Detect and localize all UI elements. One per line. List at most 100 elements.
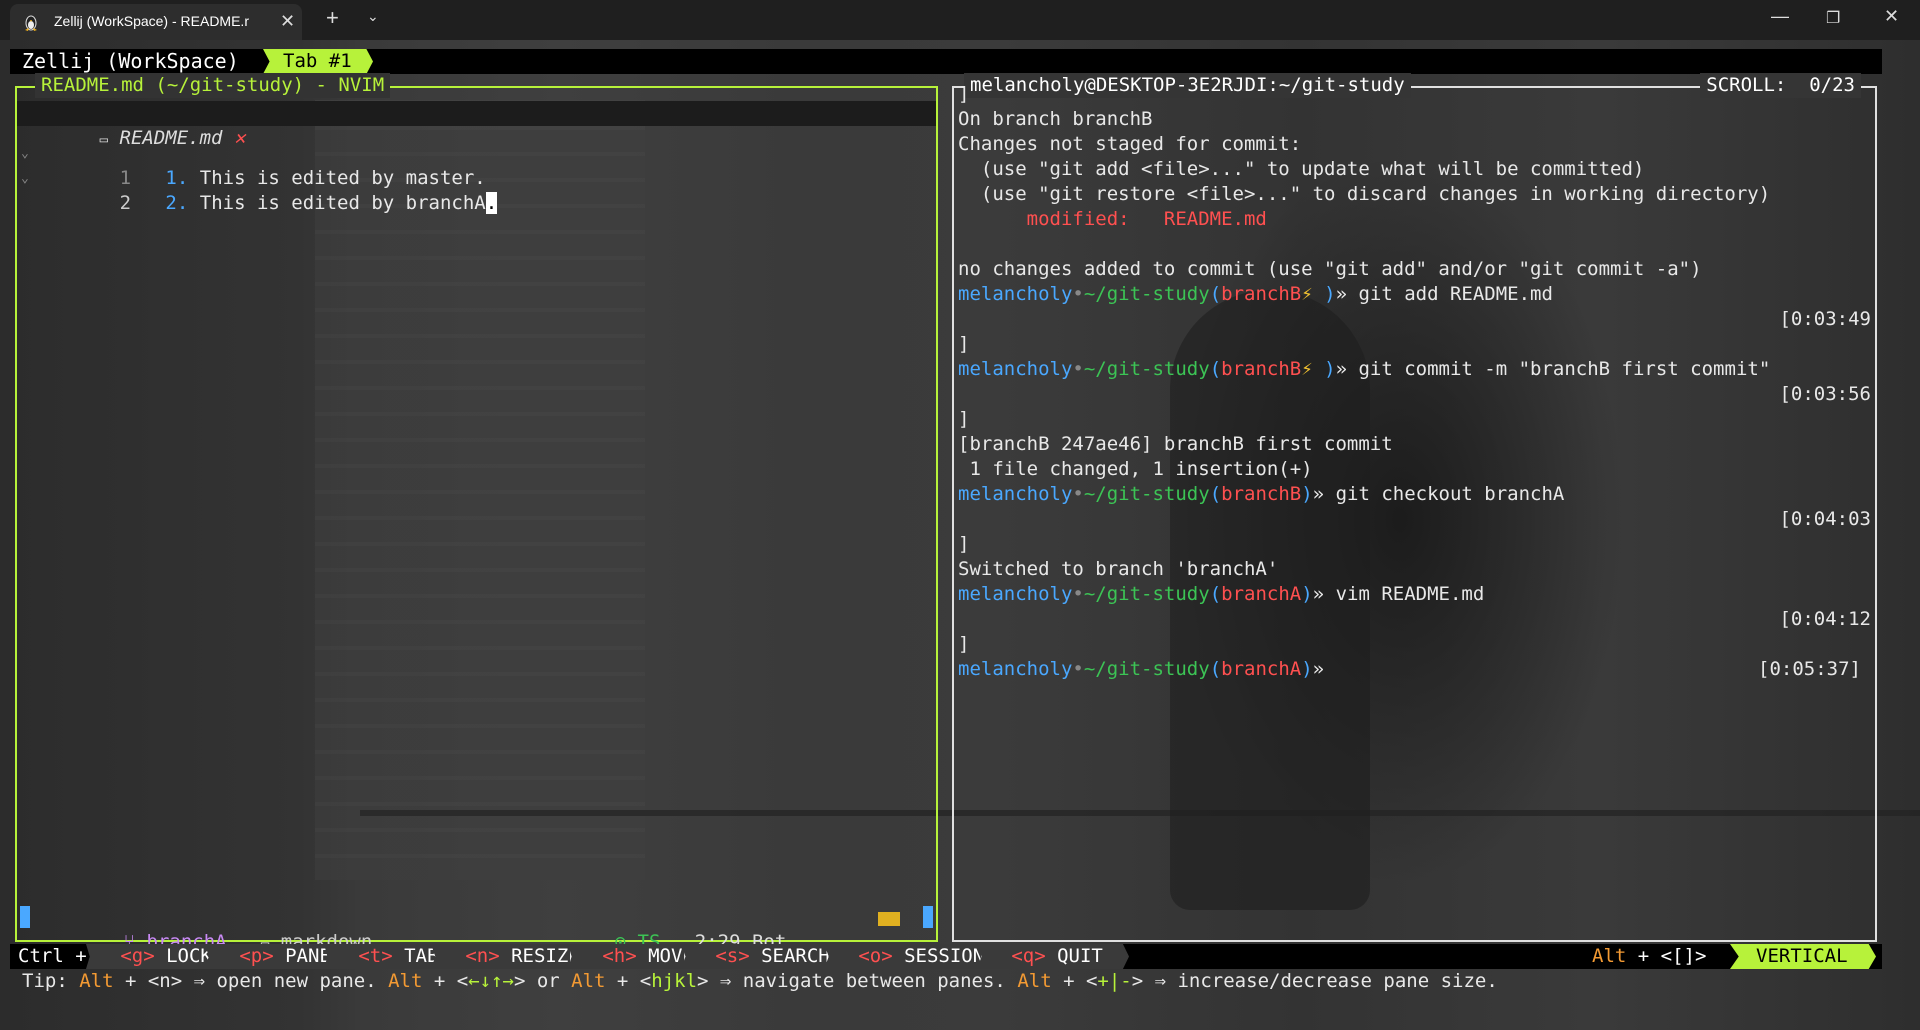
prompt-line: melancholy•~/git-study(branchA)» vim REA… [958,583,1485,605]
chevron-down-icon[interactable]: ⌄ [367,8,379,25]
tab-title: Zellij (WorkSpace) - README.r [54,13,249,29]
ctrl-label: Ctrl + [18,945,87,967]
output-line: (use "git add <file>..." to update what … [958,158,1645,180]
list-marker: 2. [165,192,189,214]
scroll-value: 0/23 [1809,74,1855,96]
tip-line: Tip: Alt + <n> ⇒ open new pane. Alt + <←… [22,970,1498,992]
prompt-time: [0:04:12 [1779,608,1871,630]
prompt-branch: branchB [1221,283,1302,305]
fold-marker: ⌄ [21,171,29,186]
prompt-branch: branchA [1221,583,1302,605]
fold-marker: ⌄ [21,146,29,161]
output-line: On branch branchB [958,108,1153,130]
prompt-user: melancholy [958,358,1073,380]
prompt-time: [0:04:03 [1779,508,1871,530]
status-left-mode [20,906,30,928]
prompt-line: melancholy•~/git-study(branchB⚡ )» git c… [958,358,1771,380]
prompt-dot: • [1072,483,1084,505]
prompt-time: [0:05:37] [1758,658,1861,680]
window-titlebar: Zellij (WorkSpace) - README.r ✕ + ⌄ — ❐ … [0,0,1920,40]
output-line: 1 file changed, 1 insertion(+) [958,458,1313,480]
prompt-path: ~/git-study [1083,483,1210,505]
scroll-label: SCROLL: [1706,74,1787,96]
output-line: ] [958,333,970,355]
editor-line-2[interactable]: 2 2. This is edited by branchA. [51,166,498,214]
output-line: Changes not staged for commit: [958,133,1302,155]
prompt-user: melancholy [958,583,1073,605]
keybind-session[interactable]: <o> SESSION [824,944,984,969]
keybind-lock[interactable]: <g> LOCK [86,944,212,969]
status-right-mode [923,906,933,928]
prompt-user: melancholy [958,283,1073,305]
text-cursor: . [485,192,498,214]
editor-line-1[interactable]: 1 1. This is edited by master. [51,141,486,189]
keybind-search[interactable]: <s> SEARCH [681,944,831,969]
prompt-branch: branchB [1221,358,1302,380]
prompt-path: ~/git-study [1083,358,1210,380]
terminal-area[interactable]: Zellij (WorkSpace) Tab #1 README.md (~/g… [0,40,1920,1030]
prompt-branch: branchA [1221,658,1302,680]
zellij-tab-bar: Zellij (WorkSpace) Tab #1 [10,49,1882,74]
prompt-path: ~/git-study [1083,658,1210,680]
prompt-time: [0:03:49 [1779,308,1871,330]
keybind-tab[interactable]: <t> TAB [324,944,438,969]
prompt-user: melancholy [958,658,1073,680]
line-text: This is edited by branchA [199,192,486,214]
prompt-user: melancholy [958,483,1073,505]
output-line: ] [958,633,970,655]
terminal-tab[interactable]: Zellij (WorkSpace) - README.r ✕ [10,4,302,40]
prompt-dot: • [1072,358,1084,380]
prompt-command: git add README.md [1358,283,1553,305]
scroll-indicator [878,912,900,926]
dirty-icon: ⚡ [1301,358,1325,380]
maximize-icon[interactable]: ❐ [1826,8,1840,28]
alt-keybind: Alt + <[]> [1592,945,1707,967]
scroll-status: SCROLL: 0/23 [1700,73,1861,98]
dirty-icon: ⚡ [1301,283,1325,305]
modified-file: README.md [1163,208,1267,230]
modified-label: modified: [1026,208,1130,230]
modified-line: modified: README.md [958,207,1267,232]
new-tab-icon[interactable]: + [326,5,339,31]
output-line: ] [958,83,970,105]
prompt-path: ~/git-study [1083,583,1210,605]
layout-mode-badge[interactable]: VERTICAL [1730,944,1876,969]
tab-1[interactable]: Tab #1 [263,49,373,74]
keybind-quit[interactable]: <q> QUIT [977,944,1129,969]
prompt-branch: branchB [1221,483,1302,505]
shell-pane[interactable]: melancholy@DESKTOP-3E2RJDI:~/git-study S… [952,73,1877,942]
output-line: [branchB 247ae46] branchB first commit [958,433,1393,455]
prompt-dot: • [1072,283,1084,305]
close-window-icon[interactable]: ✕ [1884,6,1899,27]
current-prompt[interactable]: melancholy•~/git-study(branchA)» [958,657,1324,682]
prompt-command: git checkout branchA [1335,483,1565,505]
output-line: (use "git restore <file>..." to discard … [958,183,1771,205]
prompt-line: melancholy•~/git-study(branchB)» git che… [958,483,1565,505]
pane-title: README.md (~/git-study) - NVIM [35,73,391,98]
keybind-move[interactable]: <h> MOVE [568,944,688,969]
prompt-time: [0:03:56 [1779,383,1871,405]
buffer-tab[interactable]: ▭ README.md ✕ [31,101,246,149]
status-line: ⑂ branchA ▭ markdown [55,905,373,953]
linux-penguin-icon [25,15,37,31]
prompt-path: ~/git-study [1083,283,1210,305]
session-name: Zellij (WorkSpace) [22,49,239,73]
zellij-keybind-bar: Ctrl + <g> LOCK <p> PANE <t> TAB <n> RES… [10,944,1882,969]
line-number: 2 [119,192,132,214]
output-line: ] [958,408,970,430]
prompt-command: git commit -m "branchB first commit" [1358,358,1771,380]
prompt-dot: • [1072,583,1084,605]
prompt-command: vim README.md [1335,583,1485,605]
keybind-pane[interactable]: <p> PANE [205,944,331,969]
prompt-line: melancholy•~/git-study(branchB⚡ )» git a… [958,283,1553,305]
output-line: ] [958,533,970,555]
prompt-dot: • [1072,658,1084,680]
minimize-icon[interactable]: — [1771,6,1789,27]
output-line: no changes added to commit (use "git add… [958,258,1702,280]
status-right: ⊙ TS 2:29 Bot [546,905,787,953]
pane-title: melancholy@DESKTOP-3E2RJDI:~/git-study [964,73,1411,98]
close-tab-icon[interactable]: ✕ [280,11,295,32]
keybind-resize[interactable]: <n> RESIZE [431,944,575,969]
output-line: Switched to branch 'branchA' [958,558,1279,580]
nvim-pane[interactable]: README.md (~/git-study) - NVIM ▭ README.… [15,73,938,953]
